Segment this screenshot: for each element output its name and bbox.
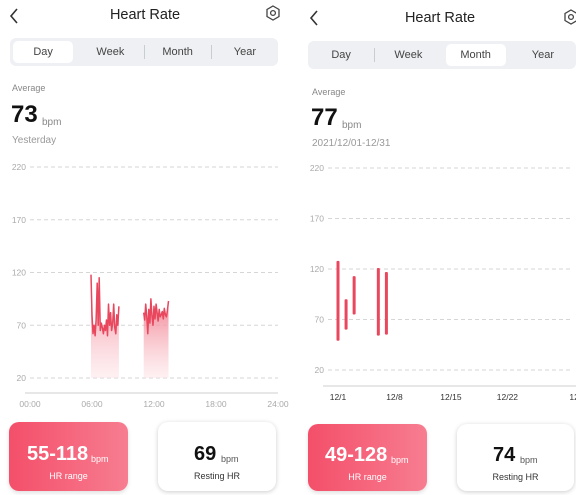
hr-range-unit: bpm bbox=[91, 454, 109, 464]
y-tick-label: 20 bbox=[17, 373, 27, 383]
range-bar bbox=[376, 267, 380, 336]
y-tick-label: 170 bbox=[12, 215, 26, 225]
month-heart-rate-chart: 220 170 120 70 20 12/1 12/8 12/15 12/22 12/31 bbox=[310, 163, 576, 402]
range-bar bbox=[336, 260, 340, 341]
x-tick-label: 12/22 bbox=[497, 392, 519, 402]
resting-hr-value: 74 bbox=[493, 444, 516, 466]
day-screen: Heart Rate Day Week Month Year Average 7… bbox=[0, 0, 290, 495]
y-tick-label: 20 bbox=[315, 365, 325, 375]
x-tick-label: 06:00 bbox=[81, 399, 103, 409]
y-tick-label: 220 bbox=[12, 162, 26, 172]
x-tick-label: 12:00 bbox=[143, 399, 165, 409]
y-tick-label: 120 bbox=[12, 268, 26, 278]
x-tick-label: 24:00 bbox=[267, 399, 289, 409]
month-screen: Heart Rate Day Week Month Year Average 7… bbox=[300, 0, 576, 495]
range-bar bbox=[352, 276, 356, 315]
resting-hr-card: 74 bpm Resting HR bbox=[457, 424, 574, 491]
y-tick-label: 220 bbox=[310, 163, 324, 173]
hr-range-value: 49-128 bbox=[325, 444, 388, 466]
x-tick-label: 18:00 bbox=[205, 399, 227, 409]
y-tick-label: 120 bbox=[310, 264, 324, 274]
resting-hr-card: 69 bpm Resting HR bbox=[158, 422, 276, 491]
x-tick-label: 12/31 bbox=[569, 392, 576, 402]
resting-hr-caption: Resting HR bbox=[193, 471, 240, 481]
hr-range-caption: HR range bbox=[49, 471, 88, 481]
series-line bbox=[90, 274, 120, 337]
resting-hr-unit: bpm bbox=[221, 454, 239, 464]
resting-hr-caption: Resting HR bbox=[492, 472, 539, 482]
hr-range-card: 49-128 bpm HR range bbox=[308, 424, 427, 491]
x-tick-label: 12/1 bbox=[330, 392, 347, 402]
range-bar bbox=[344, 299, 348, 330]
hr-range-value: 55-118 bbox=[27, 443, 89, 465]
x-tick-label: 12/15 bbox=[440, 392, 462, 402]
day-heart-rate-chart: 220 170 120 70 20 00:00 06:00 12:00 18:00 24:00 bbox=[12, 162, 289, 409]
y-tick-label: 170 bbox=[310, 214, 324, 224]
resting-hr-unit: bpm bbox=[520, 455, 538, 465]
resting-hr-value: 69 bbox=[194, 443, 217, 465]
x-tick-label: 00:00 bbox=[19, 399, 41, 409]
hr-range-unit: bpm bbox=[391, 455, 409, 465]
screen-divider bbox=[290, 0, 300, 495]
y-tick-label: 70 bbox=[17, 320, 27, 330]
range-bar bbox=[384, 272, 388, 335]
hr-range-caption: HR range bbox=[348, 472, 387, 482]
y-tick-label: 70 bbox=[315, 315, 325, 325]
hr-range-card: 55-118 bpm HR range bbox=[9, 422, 128, 491]
x-tick-label: 12/8 bbox=[386, 392, 403, 402]
